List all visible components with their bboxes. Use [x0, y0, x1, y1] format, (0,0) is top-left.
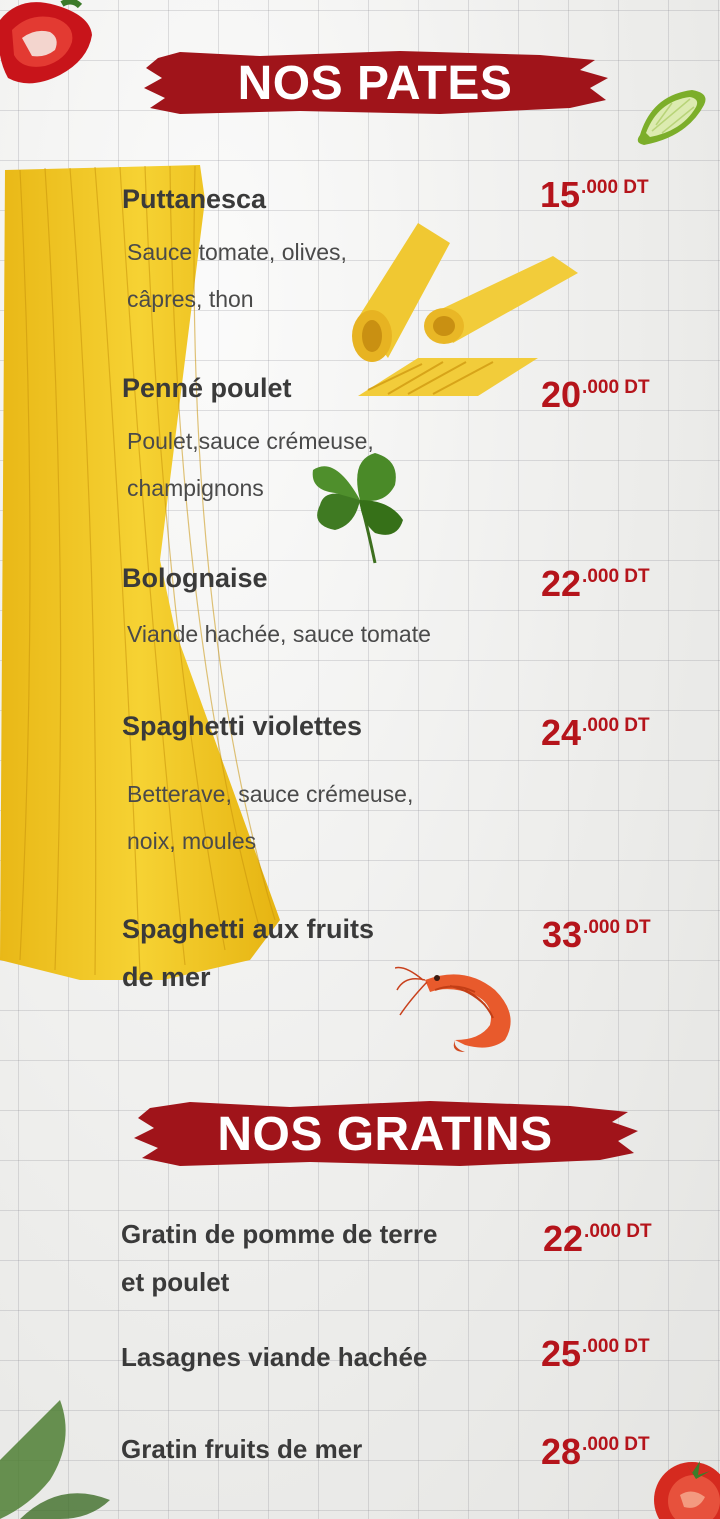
price-cents: .000 DT [583, 917, 651, 938]
price-main: 28 [541, 1431, 582, 1472]
price-cents: .000 DT [584, 1221, 652, 1242]
tomato-icon [654, 1461, 720, 1519]
section-title: NOS PATES [237, 56, 513, 110]
menu-item-description: champignons [127, 475, 264, 501]
menu-item-description: Poulet,sauce crémeuse, [127, 428, 374, 454]
menu-item-price: 24.000 DT [541, 712, 650, 754]
basil-icon [0, 1400, 110, 1519]
menu-item-price: 15.000 DT [540, 174, 649, 216]
price-cents: .000 DT [581, 177, 649, 198]
section-banner-gratins: NOS GRATINS [130, 1098, 640, 1170]
menu-item-description: Viande hachée, sauce tomate [127, 621, 431, 647]
menu-item-name: et poulet [121, 1267, 230, 1297]
section-title: NOS GRATINS [217, 1107, 553, 1161]
menu-item-name: Bolognaise [122, 563, 268, 593]
price-cents: .000 DT [582, 1336, 650, 1357]
shrimp-icon [395, 966, 511, 1052]
menu-item-description: noix, moules [127, 828, 257, 854]
menu-item-name: Spaghetti violettes [122, 711, 363, 741]
menu-item-name: Gratin de pomme de terre [121, 1219, 438, 1249]
menu-item-price: 22.000 DT [543, 1218, 652, 1260]
price-cents: .000 DT [582, 566, 650, 587]
price-main: 20 [541, 374, 582, 415]
price-main: 33 [542, 914, 583, 955]
price-main: 24 [541, 712, 582, 753]
menu-item-price: 25.000 DT [541, 1333, 650, 1375]
price-cents: .000 DT [582, 715, 650, 736]
menu-item-name: Penné poulet [122, 373, 292, 403]
menu-item-name: Puttanesca [122, 184, 267, 214]
lime-icon [637, 90, 706, 145]
price-main: 22 [541, 563, 582, 604]
menu-item-name: Lasagnes viande hachée [121, 1342, 428, 1372]
price-cents: .000 DT [582, 377, 650, 398]
red-pepper-icon [0, 0, 92, 84]
section-banner-pates: NOS PATES [140, 48, 610, 118]
price-main: 25 [541, 1333, 582, 1374]
menu-item-price: 28.000 DT [541, 1431, 650, 1473]
menu-item-price: 22.000 DT [541, 563, 650, 605]
menu-item-description: Betterave, sauce crémeuse, [127, 781, 414, 807]
menu-item-description: câpres, thon [127, 286, 254, 312]
menu-item-name: de mer [122, 962, 211, 992]
menu-item-name: Spaghetti aux fruits [122, 914, 375, 944]
price-main: 22 [543, 1218, 584, 1259]
price-cents: .000 DT [582, 1434, 650, 1455]
menu-item-name: Gratin fruits de mer [121, 1434, 363, 1464]
menu-item-price: 20.000 DT [541, 374, 650, 416]
menu-item-description: Sauce tomate, olives, [127, 239, 347, 265]
price-main: 15 [540, 174, 581, 215]
menu-item-price: 33.000 DT [542, 914, 651, 956]
